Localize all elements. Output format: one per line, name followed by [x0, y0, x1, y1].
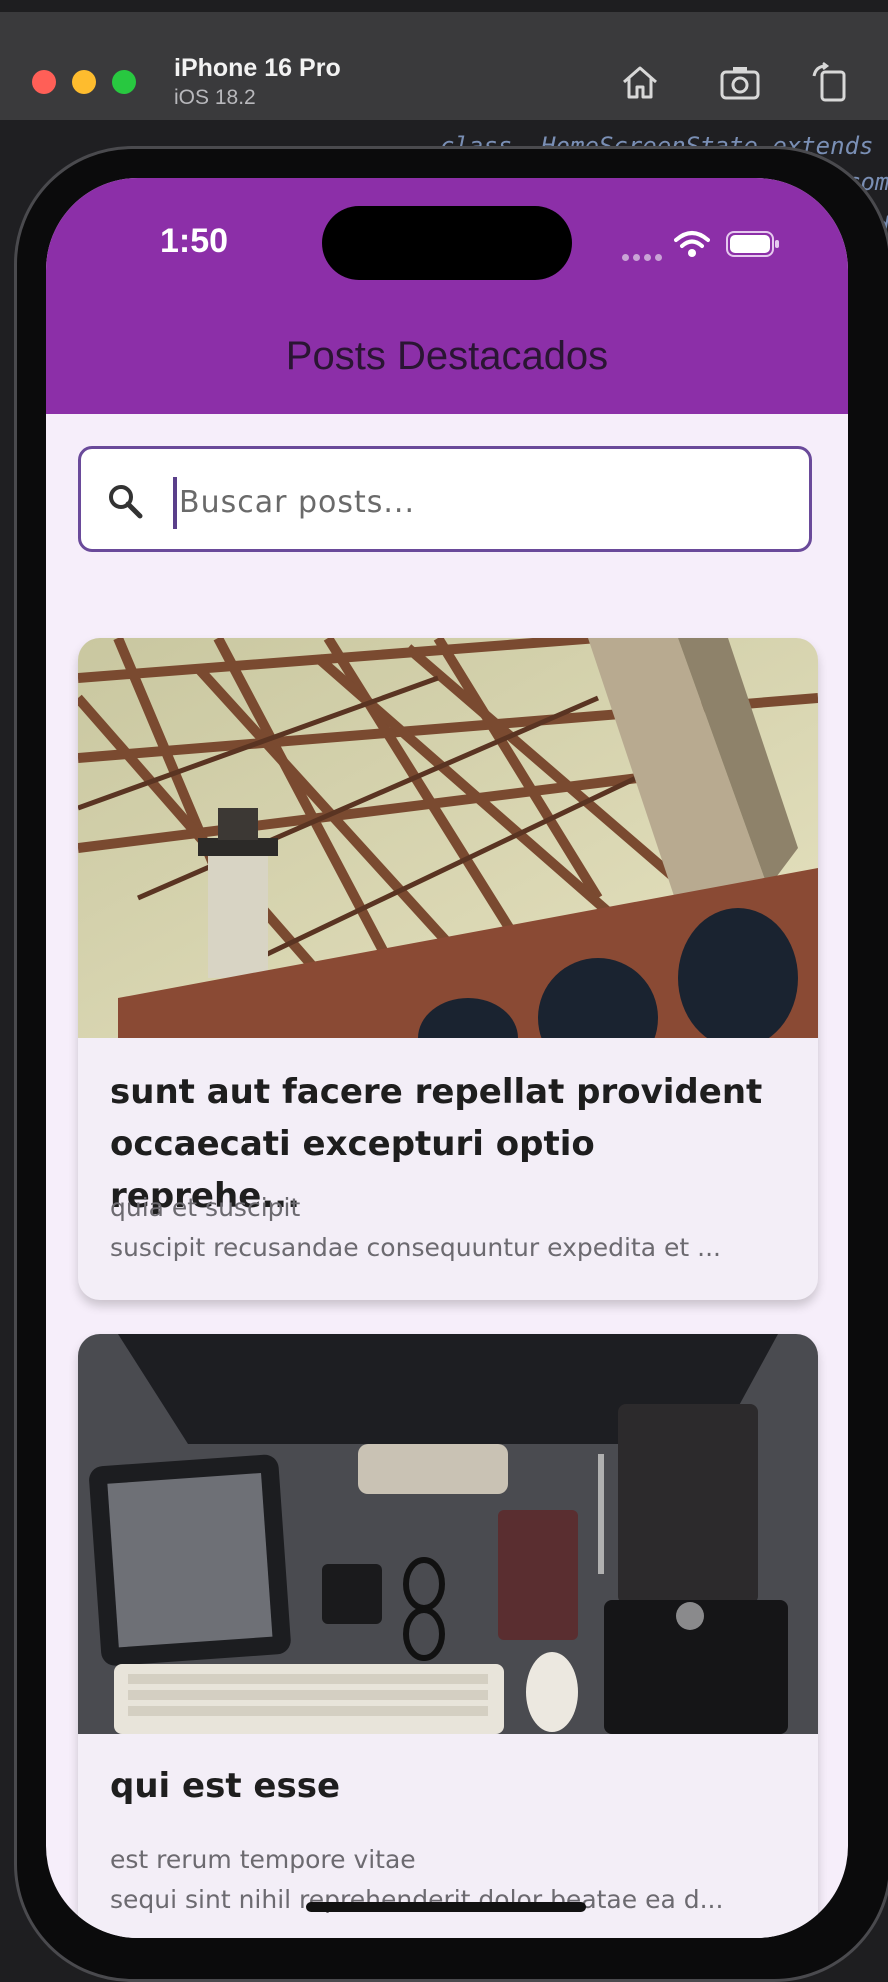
- post-body-line: sequi sint nihil reprehenderit dolor bea…: [110, 1885, 724, 1914]
- wifi-icon: [674, 231, 710, 257]
- phone-screen: 1:50 Posts Destacados Buscar posts... su…: [46, 178, 848, 1938]
- rotate-button[interactable]: [808, 60, 852, 104]
- post-body-line: quia et suscipit: [110, 1193, 301, 1222]
- home-button[interactable]: [618, 60, 662, 104]
- zoom-window-button[interactable]: [112, 70, 136, 94]
- page-title: Posts Destacados: [285, 334, 609, 378]
- post-card[interactable]: sunt aut facere repellat provident occae…: [78, 638, 818, 1300]
- post-card[interactable]: qui est esse est rerum tempore vitae seq…: [78, 1334, 818, 1938]
- close-window-button[interactable]: [32, 70, 56, 94]
- os-version: iOS 18.2: [174, 86, 256, 109]
- search-bar[interactable]: [78, 446, 812, 552]
- app-bar: 1:50 Posts Destacados: [46, 178, 848, 414]
- home-icon: [623, 66, 657, 99]
- search-icon: [109, 485, 143, 519]
- post-body: quia et suscipit suscipit recusandae con…: [110, 1188, 790, 1268]
- battery-icon: [726, 231, 779, 257]
- screenshot-icon: [720, 67, 760, 100]
- post-body-line: est rerum tempore vitae: [110, 1845, 416, 1874]
- search-input[interactable]: [177, 471, 781, 533]
- device-name: iPhone 16 Pro: [174, 54, 341, 82]
- post-title: qui est esse: [110, 1766, 341, 1806]
- simulator-toolbar: iPhone 16 Pro iOS 18.2: [0, 12, 888, 121]
- screenshot-button[interactable]: [718, 60, 762, 104]
- post-body-line: suscipit recusandae consequuntur expedit…: [110, 1233, 721, 1262]
- home-indicator[interactable]: [306, 1902, 586, 1912]
- signal-dots: [622, 248, 666, 266]
- dynamic-island: [322, 206, 572, 280]
- post-image-desk: [78, 1334, 818, 1734]
- post-image-bridge: [78, 638, 818, 1038]
- post-title-line: sunt aut facere repellat provident: [110, 1072, 763, 1112]
- status-time: 1:50: [160, 222, 229, 260]
- minimize-window-button[interactable]: [72, 70, 96, 94]
- rotate-icon: [812, 62, 846, 102]
